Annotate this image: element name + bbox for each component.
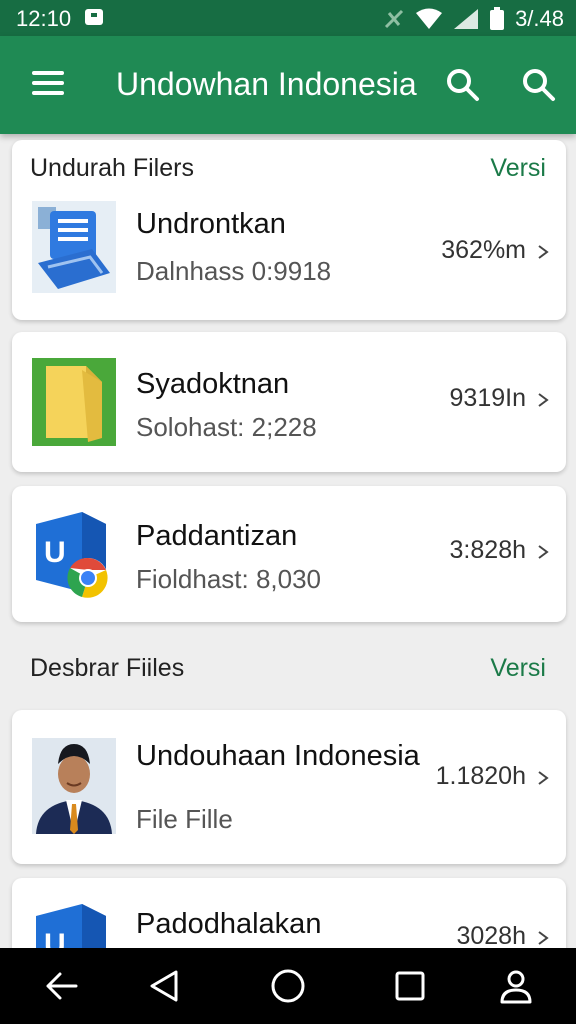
search-icon[interactable] [520,66,556,102]
chevron-right-icon [536,244,550,260]
profile-icon[interactable] [496,966,536,1006]
status-bar: 12:10 3/.48 [0,0,576,36]
svg-text:U: U [44,536,66,569]
file-size: 3028h [456,922,526,948]
file-list: Undurah Filers Versi Undrontkan Dalnhass… [0,134,576,948]
back-triangle-icon[interactable] [144,966,184,1006]
outlook-chrome-icon: U [32,510,116,602]
section-versi-link[interactable]: Versi [490,154,546,183]
app-bar: Undowhan Indonesia [0,36,576,134]
document-app-icon [32,201,116,293]
file-size: 362%m [441,236,526,264]
file-subtitle: Dalnhass 0:9918 [136,256,332,286]
file-card: Undurah Filers Versi Undrontkan Dalnhass… [12,140,566,320]
file-subtitle: Fioldhast: 8,030 [136,564,322,594]
file-card: U Paddantizan Fioldhast: 8,030 3:828h [12,486,566,622]
recents-square-icon[interactable] [390,966,430,1006]
person-photo [32,738,116,834]
menu-icon[interactable] [30,68,66,98]
file-size: 9319In [449,384,526,412]
battery-percent: 3/.48 [515,6,564,31]
list-item[interactable]: Syadoktnan Solohast: 2;228 9319In [12,332,566,472]
status-icons: 3/.48 [383,6,564,32]
file-size: 3:828h [449,536,526,564]
file-name: Paddantizan [136,520,298,552]
chevron-right-icon [536,392,550,408]
file-name: Syadoktnan [136,368,290,400]
file-size: 1.1820h [435,762,526,790]
back-arrow-icon[interactable] [42,966,82,1006]
list-item[interactable]: Undouhaan Indonesia File Fille 1.1820h [12,710,566,864]
chevron-right-icon [536,930,550,946]
file-subtitle: File Fille [136,804,233,834]
list-item[interactable]: Undrontkan Dalnhass 0:9918 362%m [12,186,566,316]
file-card: U Padodhalakan 3028h [12,878,566,948]
wifi-icon [415,8,443,30]
file-name: Undrontkan [136,208,286,240]
list-item[interactable]: U Padodhalakan 3028h [12,878,566,948]
section-title: Undurah Filers [30,154,194,182]
chevron-right-icon [536,770,550,786]
outlook-chrome-icon: U [32,902,116,948]
file-card: Undouhaan Indonesia File Fille 1.1820h [12,710,566,864]
section-versi-link[interactable]: Versi [490,654,546,683]
file-name: Undouhaan Indonesia [136,740,420,772]
cell-signal-icon [453,8,479,30]
file-name: Padodhalakan [136,908,322,940]
folder-icon [32,358,116,450]
home-circle-icon[interactable] [268,966,308,1006]
svg-text:U: U [44,928,66,948]
chevron-right-icon [536,544,550,560]
search-icon[interactable] [444,66,480,102]
list-item[interactable]: U Paddantizan Fioldhast: 8,030 3:828h [12,486,566,622]
notification-icon [84,8,104,26]
status-time: 12:10 [16,6,72,31]
file-card: Syadoktnan Solohast: 2;228 9319In [12,332,566,472]
system-nav-bar [0,948,576,1024]
file-subtitle: Solohast: 2;228 [136,412,317,442]
battery-icon [489,7,505,31]
no-signal-icon [383,9,405,29]
section-title: Desbrar Fiiles [30,654,185,682]
app-title: Undowhan Indonesia [116,66,417,102]
